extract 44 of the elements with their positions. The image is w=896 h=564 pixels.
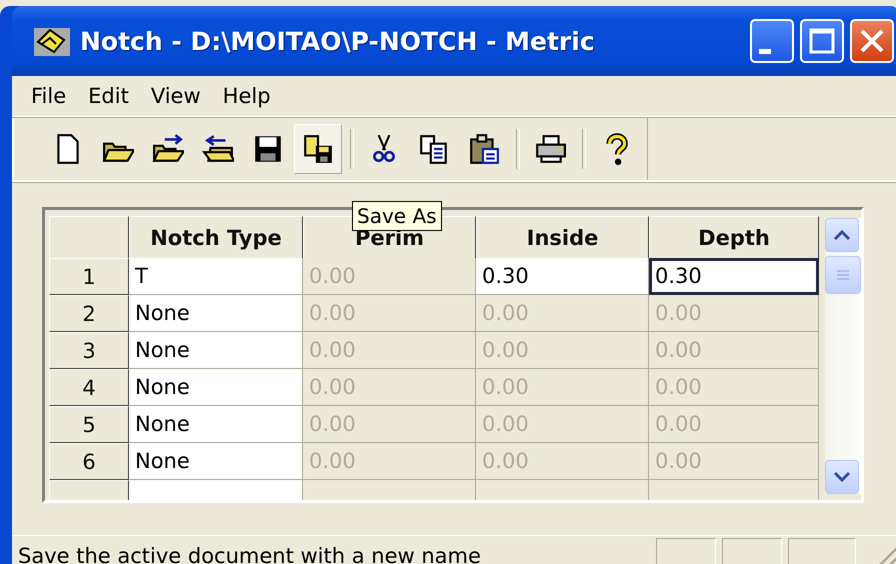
save-as-button[interactable] [294, 124, 342, 174]
status-pane [788, 538, 856, 564]
minimize-button[interactable] [750, 19, 794, 63]
printer-icon [534, 133, 566, 165]
row-header[interactable]: 5 [49, 406, 129, 443]
minimize-icon [759, 48, 771, 54]
tooltip: Save As [352, 201, 442, 231]
column-header[interactable]: Notch Type [129, 216, 303, 260]
menu-item[interactable]: Edit [77, 84, 140, 108]
row-header[interactable]: 2 [49, 295, 129, 332]
clipboard-icon [468, 133, 500, 165]
status-message: Save the active document with a new name [18, 544, 482, 564]
table-cell[interactable]: None [129, 369, 303, 406]
chevron-down-icon [832, 470, 852, 484]
scroll-up-button[interactable] [825, 218, 859, 252]
table-cell[interactable]: None [129, 406, 303, 443]
window-title: Notch - D:\MOITAO\P-NOTCH - Metric [80, 26, 596, 56]
page-floppy-icon [302, 133, 334, 165]
menu-item[interactable]: Help [212, 84, 282, 108]
chevron-up-icon [832, 228, 852, 242]
close-button[interactable] [850, 19, 894, 63]
row-header[interactable]: 6 [49, 443, 129, 480]
table-cell[interactable]: None [129, 443, 303, 480]
row-header[interactable]: 4 [49, 369, 129, 406]
folder-arrow-icon [152, 133, 184, 165]
column-header[interactable]: Depth [649, 216, 819, 260]
column-header[interactable]: Inside [476, 216, 649, 260]
scroll-down-button[interactable] [825, 460, 859, 494]
copy-icon [418, 133, 450, 165]
status-pane [722, 538, 782, 564]
menu-item[interactable]: File [20, 84, 78, 108]
table-cell[interactable]: None [129, 295, 303, 332]
maximize-icon [807, 26, 837, 56]
menu-item[interactable]: View [140, 84, 212, 108]
table-cell[interactable]: 0.30 [476, 258, 649, 295]
folder-arrow-icon [202, 133, 234, 165]
row-header[interactable]: 1 [49, 258, 129, 295]
row-header[interactable]: 3 [49, 332, 129, 369]
maximize-button[interactable] [800, 19, 844, 63]
table-cell[interactable]: T [129, 258, 303, 295]
table-cell[interactable]: 0.30 [649, 258, 819, 295]
table-cell[interactable]: None [129, 332, 303, 369]
status-pane [656, 538, 716, 564]
scrollbar-thumb[interactable] [825, 256, 861, 294]
